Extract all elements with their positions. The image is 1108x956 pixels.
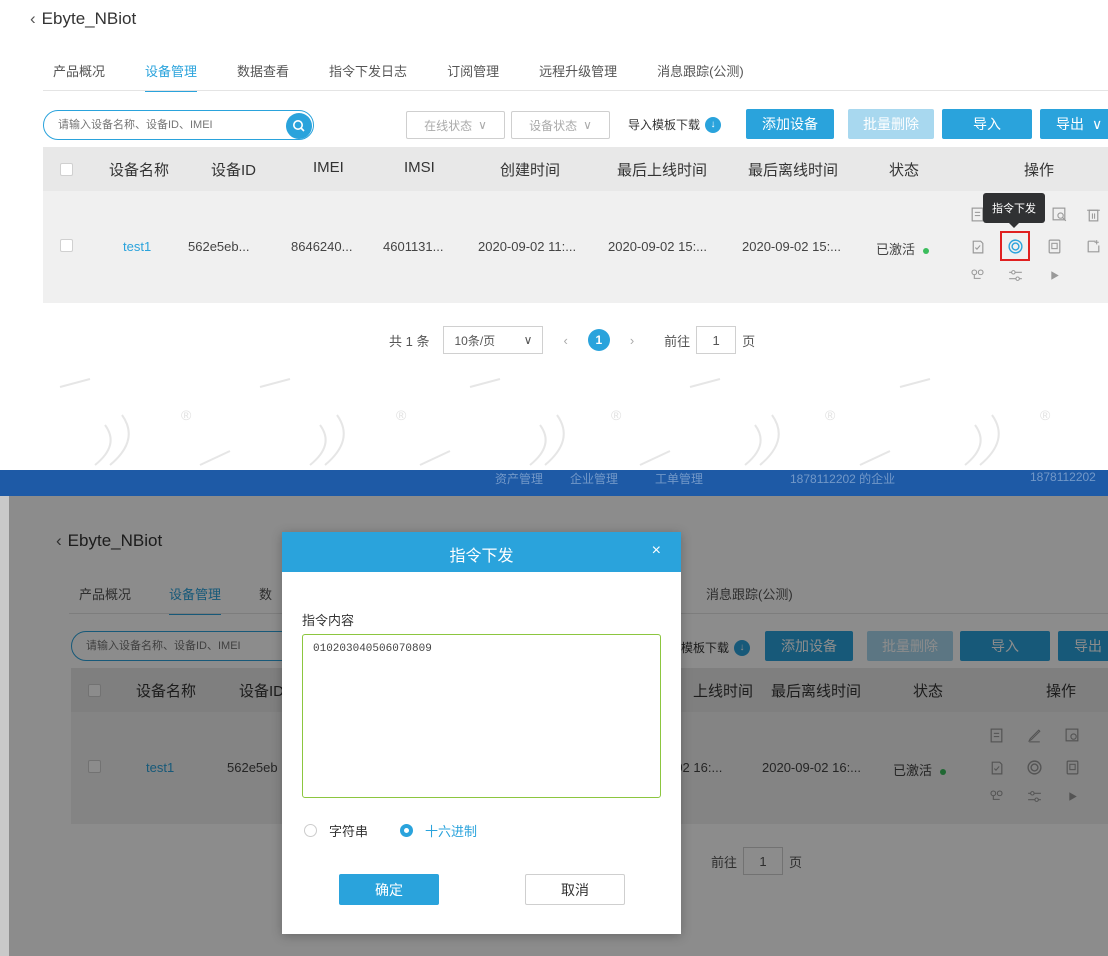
command-content-input[interactable]: 010203040506070809 xyxy=(302,634,661,798)
col-device-id: 设备ID xyxy=(211,162,257,179)
device-status-select[interactable]: 设备状态 ∨ xyxy=(511,111,610,139)
tooltip: 指令下发 xyxy=(983,193,1045,228)
command-content-label: 指令内容 xyxy=(302,613,355,628)
table-header: 设备名称 设备ID IMEI IMSI 创建时间 最后上线时间 最后离线时间 状… xyxy=(43,147,1108,191)
next-page-icon[interactable]: › xyxy=(630,333,634,348)
col-imsi: IMSI xyxy=(404,159,435,176)
chevron-down-icon: ∨ xyxy=(583,118,592,132)
dialog-header: 指令下发 × xyxy=(282,532,681,572)
col-last-online: 最后上线时间 xyxy=(617,162,708,179)
tab-device-management[interactable]: 设备管理 xyxy=(145,61,198,92)
status-badge: 已激活 xyxy=(876,242,916,257)
watermark-mark: ® xyxy=(1040,407,1051,423)
command-dialog: 指令下发 × 指令内容 010203040506070809 字符串 十六进制 … xyxy=(282,532,681,934)
add-device-button[interactable]: 添加设备 xyxy=(746,109,834,139)
cell-device-id: 562e5eb... xyxy=(188,239,250,254)
goto-label: 前往 xyxy=(664,333,691,349)
view-icon[interactable] xyxy=(1049,204,1069,224)
device-name-link[interactable]: test1 xyxy=(123,239,151,254)
export-button[interactable]: 导出 ∨ xyxy=(1040,109,1108,139)
tab-message-trace[interactable]: 消息跟踪(公测) xyxy=(657,61,744,80)
table-row: test1 562e5eb... 8646240... 4601131... 2… xyxy=(43,191,1108,303)
row-checkbox[interactable] xyxy=(60,239,73,252)
app-header: 资产管理 企业管理 工单管理 1878112202 的企业 1878112202 xyxy=(0,470,1108,496)
pagination: 共 1 条 10条/页 ∨ ‹ 1 › 前往 1 页 xyxy=(389,326,755,354)
download-icon: ↓ xyxy=(705,116,722,133)
radio-hex[interactable]: 十六进制 xyxy=(400,821,477,840)
goto-input[interactable]: 1 xyxy=(696,326,737,354)
settings-sliders-icon[interactable] xyxy=(1005,265,1025,285)
header-item[interactable]: 工单管理 xyxy=(655,470,703,487)
radio-string[interactable]: 字符串 xyxy=(304,821,368,840)
col-last-offline: 最后离线时间 xyxy=(748,162,839,179)
page-1[interactable]: 1 xyxy=(587,329,610,351)
online-dot-icon xyxy=(923,247,930,254)
dialog-title: 指令下发 xyxy=(449,548,514,565)
tab-subscription[interactable]: 订阅管理 xyxy=(447,61,499,80)
highlight-box xyxy=(1000,231,1030,261)
col-created: 创建时间 xyxy=(500,162,561,179)
cell-imsi: 4601131... xyxy=(383,239,444,254)
page-title: Ebyte_NBiot xyxy=(41,9,137,28)
logs-icon[interactable] xyxy=(967,236,987,256)
tab-divider xyxy=(43,90,1108,91)
watermark-mark: ® xyxy=(181,407,192,423)
play-icon[interactable] xyxy=(1044,265,1064,285)
search-button[interactable] xyxy=(286,113,312,139)
close-icon[interactable]: × xyxy=(652,542,661,560)
tab-ota[interactable]: 远程升级管理 xyxy=(539,61,617,80)
export-data-icon[interactable] xyxy=(1083,236,1103,256)
scrollbar[interactable] xyxy=(0,496,9,956)
data-icon[interactable] xyxy=(1044,236,1064,256)
tab-bar: 产品概况 设备管理 数据查看 指令下发日志 订阅管理 远程升级管理 消息跟踪(公… xyxy=(53,61,744,92)
chevron-down-icon: ∨ xyxy=(1092,115,1103,132)
cell-created: 2020-09-02 11:... xyxy=(478,239,577,254)
cell-imei: 8646240... xyxy=(291,239,353,254)
cell-status: 已激活 xyxy=(876,239,930,258)
col-device-name: 设备名称 xyxy=(109,162,170,179)
cell-last-online: 2020-09-02 15:... xyxy=(608,239,708,254)
back-icon[interactable]: ‹ xyxy=(30,9,36,29)
header-enterprise[interactable]: 1878112202 的企业 xyxy=(790,470,895,487)
search-box xyxy=(43,110,314,140)
watermark-mark: ® xyxy=(611,407,622,423)
cancel-button[interactable]: 取消 xyxy=(525,874,625,905)
confirm-button[interactable]: 确定 xyxy=(339,874,439,905)
radio-checked-icon xyxy=(400,824,413,837)
watermark-mark: ® xyxy=(396,407,407,423)
page-size-select[interactable]: 10条/页 ∨ xyxy=(443,326,544,354)
select-all-checkbox[interactable] xyxy=(60,163,73,176)
tab-data-view[interactable]: 数据查看 xyxy=(237,61,289,80)
header-user[interactable]: 1878112202 xyxy=(1030,470,1096,484)
cell-last-offline: 2020-09-02 15:... xyxy=(742,239,842,254)
chevron-down-icon: ∨ xyxy=(523,333,533,347)
prev-page-icon[interactable]: ‹ xyxy=(563,333,567,348)
header-item[interactable]: 资产管理 xyxy=(495,470,543,487)
import-button[interactable]: 导入 xyxy=(942,109,1032,139)
col-status: 状态 xyxy=(889,162,920,179)
breadcrumb[interactable]: ‹ Ebyte_NBiot xyxy=(30,9,136,29)
search-input[interactable] xyxy=(44,111,264,139)
watermark-icon xyxy=(59,378,1000,466)
online-status-select[interactable]: 在线状态 ∨ xyxy=(406,111,505,139)
tab-command-log[interactable]: 指令下发日志 xyxy=(329,61,407,80)
chevron-down-icon: ∨ xyxy=(478,118,487,132)
search-icon xyxy=(293,120,305,132)
import-template-download[interactable]: 导入模板下载 ↓ xyxy=(628,116,722,133)
tab-overview[interactable]: 产品概况 xyxy=(53,61,105,80)
col-actions: 操作 xyxy=(1024,162,1055,179)
batch-delete-button[interactable]: 批量删除 xyxy=(848,109,934,139)
page-unit: 页 xyxy=(742,333,756,349)
col-imei: IMEI xyxy=(313,159,344,176)
delete-icon[interactable] xyxy=(1083,204,1103,224)
topology-icon[interactable] xyxy=(967,265,987,285)
top-screenshot: ‹ Ebyte_NBiot 产品概况 设备管理 数据查看 指令下发日志 订阅管理… xyxy=(0,0,1108,375)
radio-icon xyxy=(304,824,317,837)
watermark-band: ® ® ® ® ® xyxy=(0,375,1108,470)
watermark-mark: ® xyxy=(825,407,836,423)
total-count: 共 1 条 xyxy=(389,333,430,349)
header-item[interactable]: 企业管理 xyxy=(570,470,618,487)
